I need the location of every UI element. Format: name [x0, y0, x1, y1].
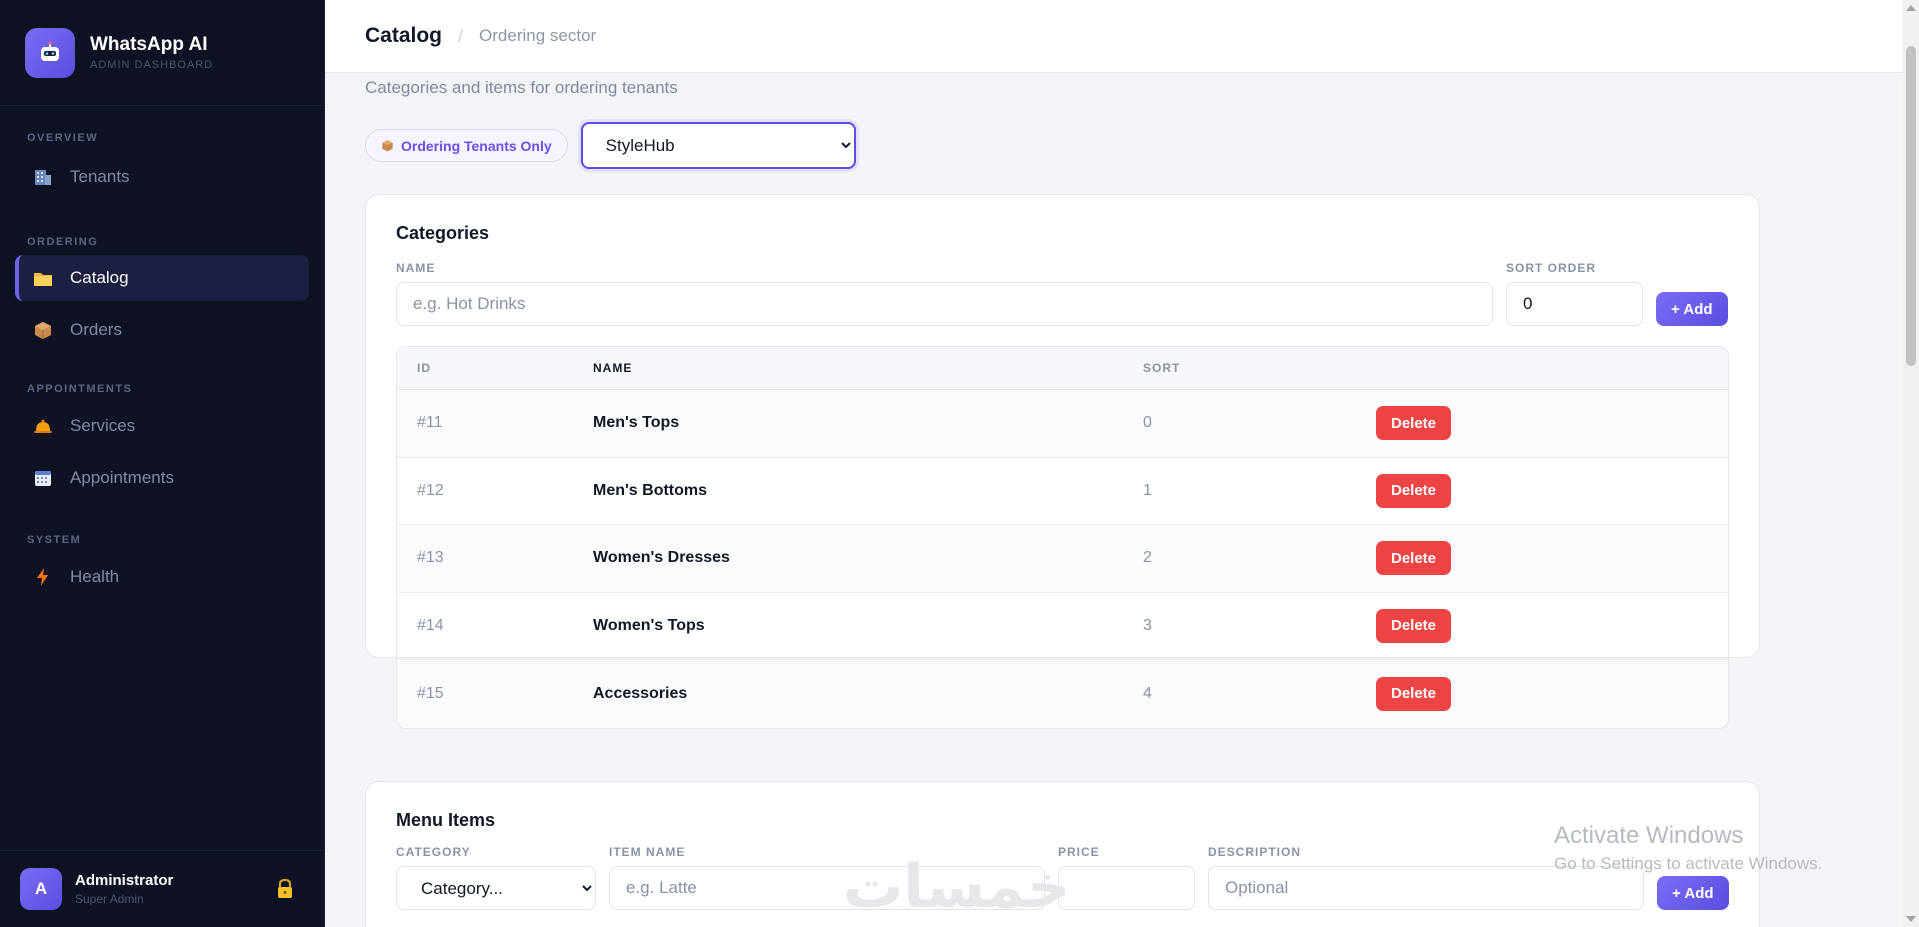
sidebar-item-appointments[interactable]: Appointments: [15, 455, 309, 501]
delete-button[interactable]: Delete: [1376, 608, 1452, 643]
sort-order-input[interactable]: [1506, 282, 1643, 326]
scroll-down-icon[interactable]: [1906, 916, 1916, 922]
delete-button[interactable]: Delete: [1376, 406, 1452, 441]
table-row: #12 Men's Bottoms 1 Delete: [397, 458, 1728, 525]
sidebar-item-catalog[interactable]: Catalog: [15, 255, 309, 301]
nav-section-ordering: ORDERING: [27, 236, 99, 248]
table-header: ID NAME SORT: [397, 347, 1728, 390]
lightning-icon: [33, 567, 53, 587]
table-row: #14 Women's Tops 3 Delete: [397, 593, 1728, 660]
row-sort: 3: [1143, 616, 1152, 634]
sidebar-item-label: Orders: [70, 320, 122, 339]
scrollbar[interactable]: [1903, 0, 1919, 927]
add-category-button[interactable]: + Add: [1656, 292, 1728, 326]
table-row: #13 Women's Dresses 2 Delete: [397, 525, 1728, 593]
user-name: Administrator: [75, 872, 174, 889]
price-label: PRICE: [1058, 845, 1100, 859]
avatar: A: [20, 868, 62, 910]
delete-button[interactable]: Delete: [1376, 676, 1452, 711]
row-id: #12: [417, 481, 444, 499]
lock-icon[interactable]: [275, 878, 295, 905]
activate-windows-title: Activate Windows: [1554, 822, 1744, 849]
breadcrumb-separator: /: [458, 25, 464, 46]
scrollbar-thumb[interactable]: [1906, 46, 1916, 366]
row-name: Accessories: [593, 684, 688, 702]
category-name-input[interactable]: [396, 282, 1493, 326]
menu-items-title: Menu Items: [396, 810, 496, 830]
price-input[interactable]: [1058, 866, 1195, 910]
nav-section-overview: OVERVIEW: [27, 132, 99, 144]
activate-windows-subtitle: Go to Settings to activate Windows.: [1554, 854, 1823, 873]
package-icon: [381, 139, 394, 152]
row-id: #14: [417, 616, 444, 634]
table-row: #15 Accessories 4 Delete: [397, 660, 1728, 728]
row-id: #13: [417, 549, 444, 567]
watermark-logo: خمسات: [843, 852, 1071, 922]
nav-section-appointments: APPOINTMENTS: [27, 383, 133, 395]
row-sort: 4: [1143, 684, 1152, 702]
column-header-sort: SORT: [1143, 361, 1181, 375]
sidebar: WhatsApp AI ADMIN DASHBOARD OVERVIEW Ten…: [0, 0, 325, 927]
nav-section-system: SYSTEM: [27, 534, 82, 546]
categories-title: Categories: [396, 223, 490, 243]
sidebar-item-health[interactable]: Health: [15, 554, 309, 600]
user-role: Super Admin: [75, 892, 144, 906]
row-name: Women's Tops: [593, 616, 705, 634]
main-content: Categories and items for ordering tenant…: [325, 73, 1903, 927]
page-title: Catalog: [365, 24, 443, 47]
sidebar-item-services[interactable]: Services: [15, 403, 309, 449]
brand-name: WhatsApp AI: [90, 34, 208, 55]
row-sort: 2: [1143, 549, 1152, 567]
delete-button[interactable]: Delete: [1376, 541, 1452, 576]
row-id: #11: [417, 414, 443, 432]
pill-label: Ordering Tenants Only: [401, 137, 552, 154]
calendar-icon: [33, 468, 53, 488]
breadcrumb-sector: Ordering sector: [479, 26, 597, 45]
page-subtitle: Categories and items for ordering tenant…: [365, 78, 678, 97]
ordering-tenants-pill: Ordering Tenants Only: [365, 129, 568, 162]
row-name: Men's Tops: [593, 414, 680, 432]
categories-card: Categories NAME SORT ORDER + Add ID NAME…: [365, 194, 1760, 729]
tenant-select[interactable]: StyleHub: [580, 122, 856, 169]
sidebar-item-label: Tenants: [70, 167, 130, 186]
add-menu-item-button[interactable]: + Add: [1657, 876, 1729, 910]
robot-logo-icon: [25, 27, 75, 78]
sidebar-item-label: Appointments: [70, 468, 174, 487]
row-name: Women's Dresses: [593, 549, 730, 567]
delete-button[interactable]: Delete: [1376, 473, 1452, 508]
sort-order-label: SORT ORDER: [1506, 261, 1597, 275]
user-box[interactable]: A Administrator Super Admin: [0, 850, 325, 927]
table-row: #11 Men's Tops 0 Delete: [397, 390, 1728, 458]
brand: WhatsApp AI ADMIN DASHBOARD: [0, 0, 324, 106]
bell-icon: [33, 416, 53, 436]
column-header-name: NAME: [593, 361, 633, 375]
sidebar-item-label: Services: [70, 416, 136, 435]
scroll-up-icon[interactable]: [1906, 5, 1916, 11]
activate-windows-watermark: Activate Windows Go to Settings to activ…: [1554, 822, 1822, 874]
building-icon: [33, 167, 53, 187]
row-name: Men's Bottoms: [593, 481, 708, 499]
name-label: NAME: [396, 261, 436, 275]
row-sort: 1: [1143, 481, 1152, 499]
package-icon: [33, 320, 53, 340]
category-label: CATEGORY: [396, 845, 471, 859]
sidebar-item-tenants[interactable]: Tenants: [15, 154, 309, 200]
sidebar-item-orders[interactable]: Orders: [15, 307, 309, 353]
column-header-id: ID: [417, 361, 431, 375]
row-id: #15: [417, 684, 444, 702]
categories-table: ID NAME SORT #11 Men's Tops 0 Delete #12…: [396, 346, 1729, 729]
category-select[interactable]: Category...: [396, 866, 596, 910]
topbar: Catalog / Ordering sector: [325, 0, 1903, 73]
row-sort: 0: [1143, 414, 1152, 432]
sidebar-item-label: Health: [70, 567, 120, 586]
brand-subtitle: ADMIN DASHBOARD: [90, 59, 214, 71]
sidebar-item-label: Catalog: [70, 268, 129, 287]
folder-icon: [33, 268, 53, 288]
